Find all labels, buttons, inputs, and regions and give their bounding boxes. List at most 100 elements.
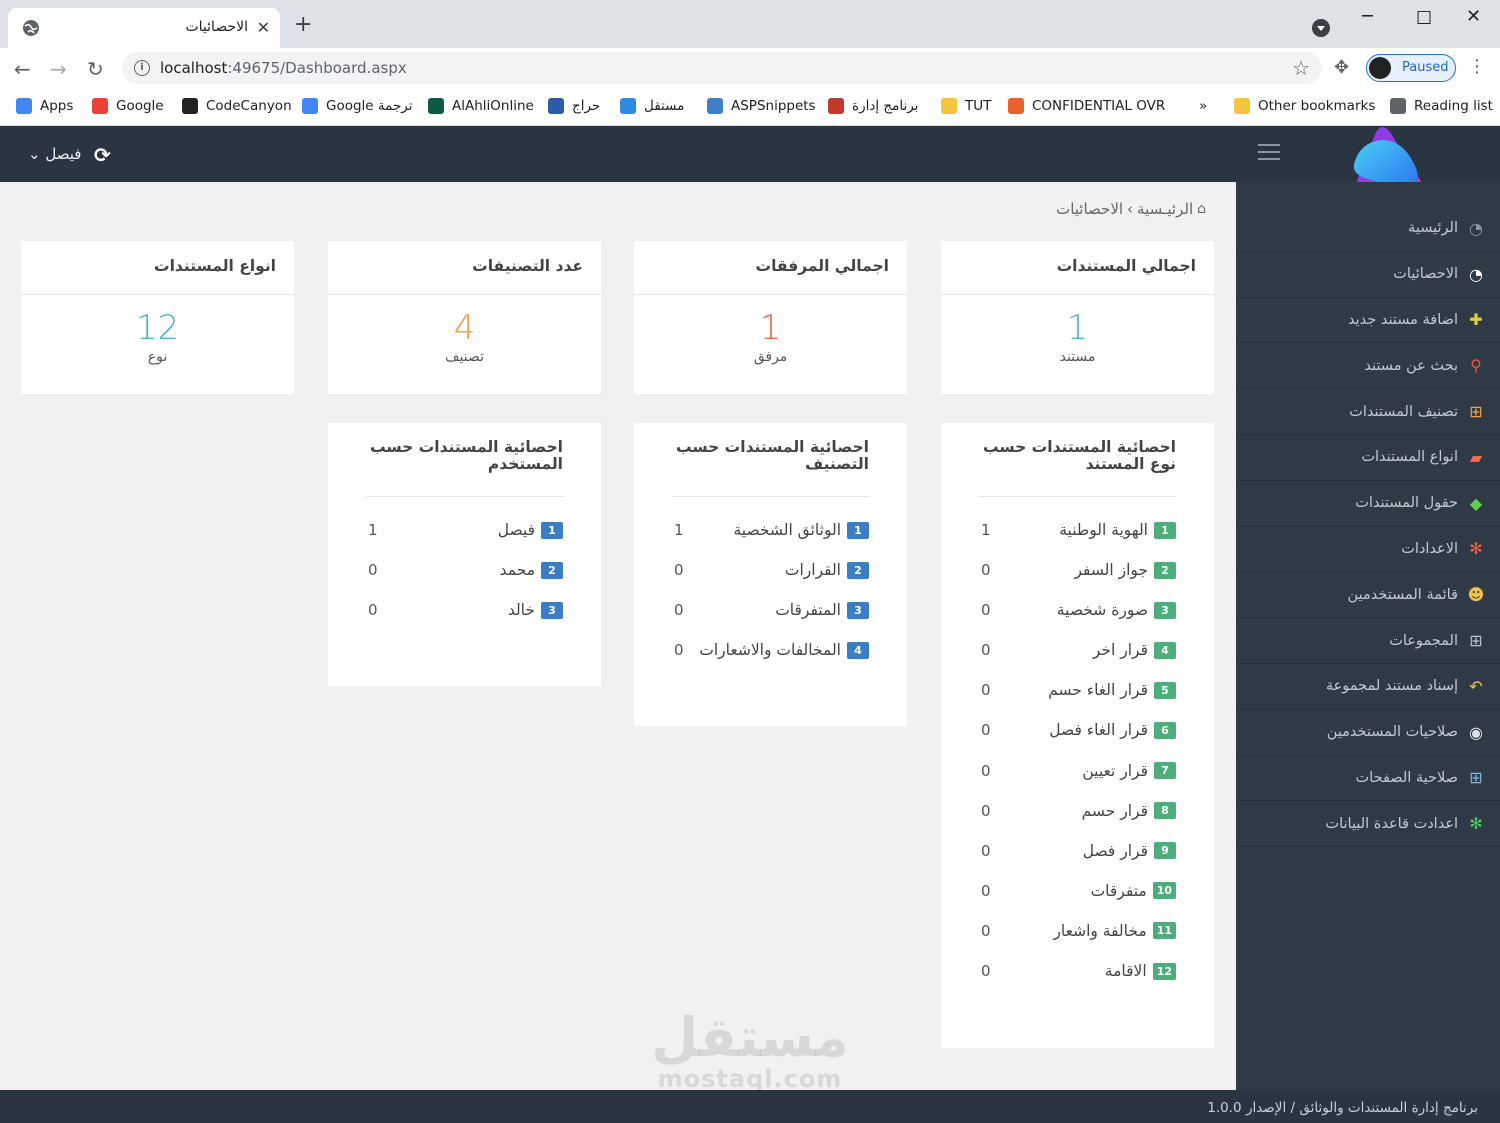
address-bar[interactable]: i localhost:49675/Dashboard.aspx ☆ bbox=[122, 52, 1322, 84]
sidebar-item-label: قائمة المستخدمين bbox=[1347, 586, 1458, 603]
avatar bbox=[1369, 57, 1391, 79]
list-item-count: 1 bbox=[368, 521, 378, 539]
list-item: 3 صورة شخصية 0 bbox=[979, 601, 1176, 641]
folder-open-icon: ▰ bbox=[1469, 447, 1483, 467]
window-close-icon[interactable]: ✕ bbox=[1466, 6, 1481, 27]
list-item: 8 قرار حسم 0 bbox=[979, 802, 1176, 842]
number-badge: 1 bbox=[1154, 521, 1176, 539]
list-item-label: صورة شخصية bbox=[1056, 601, 1148, 620]
watermark: مستقل mostaql.com bbox=[650, 1010, 850, 1093]
bookmark-star-icon[interactable]: ☆ bbox=[1292, 56, 1310, 80]
sidebar-item[interactable]: ◔ الاحصائيات bbox=[1236, 252, 1500, 298]
menu-toggle-icon[interactable] bbox=[1258, 144, 1280, 160]
list-item-label-group: 10 متفرقات bbox=[1091, 882, 1176, 900]
list-item-label-group: 11 مخالفة واشعار bbox=[1053, 922, 1176, 940]
refresh-icon[interactable]: ⟳ bbox=[94, 143, 111, 167]
browser-tab[interactable]: الاحصائيات ✕ bbox=[8, 8, 280, 48]
google-icon bbox=[92, 98, 108, 114]
site-info-icon[interactable]: i bbox=[134, 60, 150, 76]
stat-card-title: اجمالي المرفقات bbox=[634, 241, 907, 295]
user-menu[interactable]: فيصل ⌄ bbox=[28, 145, 81, 163]
list-item-label-group: 2 جواز السفر bbox=[1074, 561, 1176, 579]
list-item-label: خالد bbox=[507, 601, 535, 620]
bookmark-label: Reading list bbox=[1414, 98, 1493, 114]
list-item-count: 0 bbox=[981, 721, 991, 740]
reload-icon[interactable]: ↻ bbox=[87, 57, 104, 81]
stats-by-category-card: احصائية المستندات حسب التصنيف 1 الوثائق ا… bbox=[634, 423, 907, 726]
minimize-icon[interactable]: ─ bbox=[1362, 6, 1373, 27]
dashboard-icon: ◔ bbox=[1469, 264, 1483, 284]
bookmark-item[interactable]: حراج bbox=[548, 96, 600, 116]
aspsnippets-icon bbox=[707, 98, 723, 114]
sidebar-item-label: بحث عن مستند bbox=[1364, 357, 1458, 374]
extensions-puzzle-icon[interactable]: ✥ bbox=[1334, 57, 1349, 78]
stats-list: 1 الهوية الوطنية 1 2 جواز السفر 0 3 صورة شخصية 0… bbox=[941, 497, 1214, 1002]
new-tab-button[interactable]: + bbox=[294, 14, 312, 36]
maximize-icon[interactable]: ☐ bbox=[1416, 8, 1432, 29]
list-item-count: 0 bbox=[981, 681, 991, 700]
sidebar-item[interactable]: ✻ اعدادت قاعدة البيانات bbox=[1236, 801, 1500, 848]
sidebar-item[interactable]: ◆ حقول المستندات bbox=[1236, 481, 1500, 527]
list-item-count: 0 bbox=[981, 761, 991, 780]
bookmark-item[interactable]: TUT bbox=[941, 96, 991, 116]
number-badge: 2 bbox=[847, 561, 869, 579]
stat-card-unit: تصنيف bbox=[445, 349, 484, 365]
list-item-label-group: 9 قرار فصل bbox=[1083, 842, 1176, 860]
bookmark-item[interactable]: Google ترجمة bbox=[302, 96, 413, 116]
apps-grid-icon bbox=[16, 98, 32, 114]
alahli-icon bbox=[428, 98, 444, 114]
tab-search-icon[interactable] bbox=[1312, 19, 1330, 37]
sidebar-item-label: اضافة مستند جديد bbox=[1348, 311, 1458, 328]
profile-button[interactable]: Paused bbox=[1366, 54, 1456, 82]
sidebar-item[interactable]: ◔ الرئيسية bbox=[1236, 206, 1500, 252]
bookmark-item[interactable]: برنامج إدارة bbox=[828, 96, 918, 116]
bookmark-item[interactable]: ASPSnippets bbox=[707, 96, 816, 116]
users-icon: ☻ bbox=[1467, 585, 1485, 605]
list-item: 6 قرار الغاء فصل 0 bbox=[979, 721, 1176, 761]
sidebar-item[interactable]: ✚ اضافة مستند جديد bbox=[1236, 298, 1500, 344]
list-item-label-group: 2 محمد bbox=[500, 561, 563, 579]
sidebar-item[interactable]: ↶ إسناد مستند لمجموعة bbox=[1236, 664, 1500, 710]
bookmark-item[interactable]: Apps bbox=[16, 96, 73, 116]
sidebar-item[interactable]: ✻ الاعدادات bbox=[1236, 527, 1500, 573]
bookmark-item[interactable]: Other bookmarks bbox=[1234, 96, 1375, 116]
cogs-icon: ✻ bbox=[1469, 814, 1483, 834]
stat-card-unit: نوع bbox=[147, 349, 168, 365]
number-badge: 2 bbox=[541, 561, 563, 579]
reading-list-icon bbox=[1390, 98, 1406, 114]
sidebar-item[interactable]: ⊞ المجموعات bbox=[1236, 618, 1500, 664]
reply-all-icon: ↶ bbox=[1469, 676, 1483, 696]
bookmark-item[interactable]: » bbox=[1199, 96, 1207, 116]
bookmark-item[interactable]: Reading list bbox=[1390, 96, 1493, 116]
bookmark-item[interactable]: CodeCanyon bbox=[182, 96, 292, 116]
sidebar-item[interactable]: ◉ صلاحيات المستخدمين bbox=[1236, 710, 1500, 756]
list-item-label: المتفرقات bbox=[775, 601, 841, 620]
list-item-label: قرار الغاء حسم bbox=[1048, 681, 1148, 700]
list-item-count: 1 bbox=[981, 521, 991, 539]
number-badge: 4 bbox=[847, 641, 869, 659]
list-item: 1 الهوية الوطنية 1 bbox=[979, 521, 1176, 561]
bookmark-label: برنامج إدارة bbox=[852, 98, 919, 114]
sidebar-item[interactable]: ⊞ تصنيف المستندات bbox=[1236, 389, 1500, 435]
forward-arrow-icon[interactable]: → bbox=[50, 57, 67, 81]
home-icon[interactable]: ⌂ bbox=[1197, 201, 1206, 217]
bookmark-item[interactable]: مستقل bbox=[620, 96, 684, 116]
confidential-icon bbox=[1008, 98, 1024, 114]
stat-card-value: 4 bbox=[453, 308, 476, 348]
tab-close-icon[interactable]: ✕ bbox=[257, 18, 270, 37]
list-card-title: احصائية المستندات حسب المستخدم bbox=[366, 423, 563, 497]
app-header: فيصل ⌄ ⟳ bbox=[0, 126, 1500, 182]
bookmark-item[interactable]: CONFIDENTIAL OVR bbox=[1008, 96, 1165, 116]
back-arrow-icon[interactable]: ← bbox=[14, 57, 31, 81]
breadcrumb-home[interactable]: الرئيـسية bbox=[1137, 200, 1193, 218]
sidebar-item[interactable]: ⊞ صلاحية الصفحات bbox=[1236, 756, 1500, 802]
sidebar-item[interactable]: ⚲ بحث عن مستند bbox=[1236, 343, 1500, 390]
sidebar-item[interactable]: ☻ قائمة المستخدمين bbox=[1236, 572, 1500, 619]
sidebar-item[interactable]: ▰ انواع المستندات bbox=[1236, 435, 1500, 481]
bookmark-item[interactable]: Google bbox=[92, 96, 164, 116]
breadcrumb-current: الاحصائيات bbox=[1056, 200, 1124, 218]
bookmark-item[interactable]: AlAhliOnline bbox=[428, 96, 534, 116]
app-icon bbox=[828, 98, 844, 114]
list-item-label-group: 2 القرارات bbox=[785, 561, 869, 579]
browser-menu-icon[interactable]: ⋮ bbox=[1468, 56, 1486, 77]
